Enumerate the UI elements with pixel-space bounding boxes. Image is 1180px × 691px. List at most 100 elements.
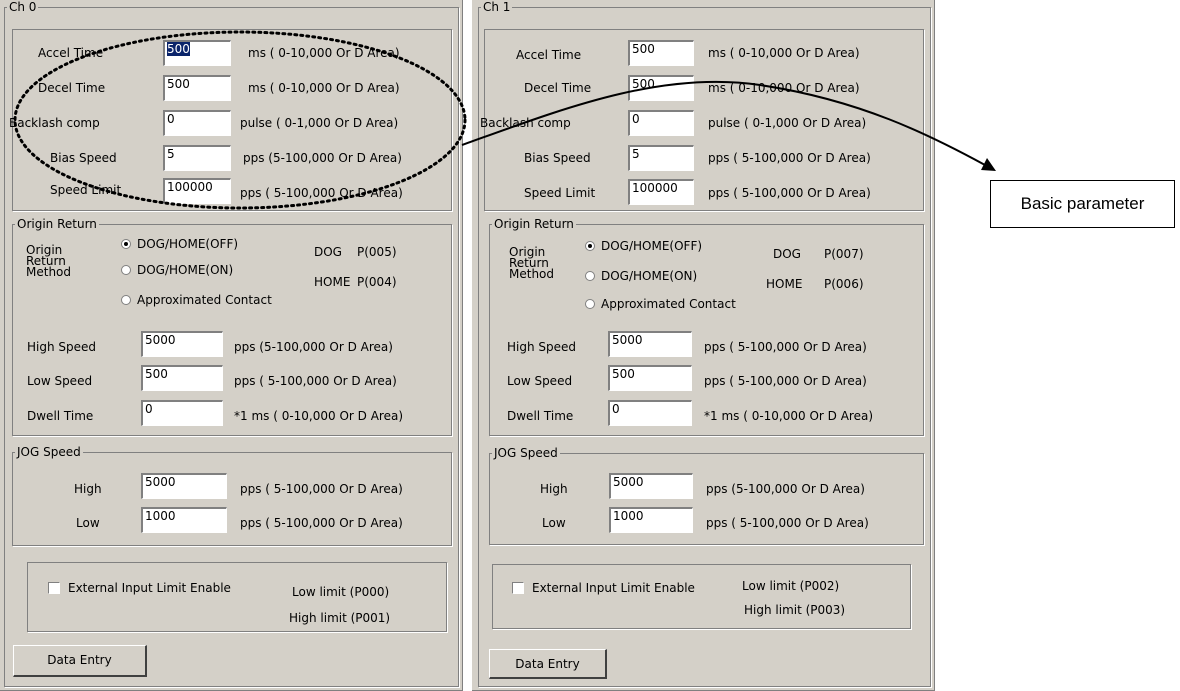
origin-return-title: Origin Return — [17, 217, 97, 231]
jog-low-input[interactable]: 1000 — [141, 507, 227, 533]
jog-low-input[interactable]: 1000 — [609, 507, 693, 533]
jog-low-label: Low — [542, 516, 566, 530]
dog-label: DOG — [314, 245, 342, 259]
high-speed-input[interactable]: 5000 — [608, 331, 692, 357]
high-speed-label: High Speed — [27, 340, 97, 354]
channel-panel-ch1: Ch 1 Accel Time 500 ms ( 0-10,000 Or D A… — [472, 0, 935, 691]
accel-time-range: ms ( 0-10,000 Or D Area) — [248, 46, 400, 60]
jog-high-range: pps (5-100,000 Or D Area) — [706, 482, 865, 496]
backlash-comp-label: Backlash comp — [480, 116, 571, 130]
data-entry-button[interactable]: Data Entry — [13, 645, 147, 677]
dog-value: P(005) — [357, 245, 397, 259]
speed-limit-range: pps ( 5-100,000 Or D Area) — [708, 186, 871, 200]
high-speed-range: pps ( 5-100,000 Or D Area) — [704, 340, 867, 354]
home-value: P(004) — [357, 275, 397, 289]
high-speed-range: pps (5-100,000 Or D Area) — [234, 340, 393, 354]
radio-dog-home-off-label: DOG/HOME(OFF) — [601, 239, 703, 253]
radio-dog-home-on-label: DOG/HOME(ON) — [601, 269, 698, 283]
speed-limit-input[interactable]: 100000 — [163, 178, 231, 204]
bias-speed-label: Bias Speed — [524, 151, 591, 165]
jog-low-range: pps ( 5-100,000 Or D Area) — [240, 516, 403, 530]
jog-low-range: pps ( 5-100,000 Or D Area) — [706, 516, 869, 530]
bias-speed-range: pps ( 5-100,000 Or D Area) — [708, 151, 871, 165]
decel-time-input[interactable]: 500 — [163, 75, 231, 101]
jog-high-input[interactable]: 5000 — [609, 473, 693, 499]
external-limit-checkbox[interactable] — [512, 582, 524, 594]
high-limit-text: High limit (P003) — [744, 603, 846, 617]
high-limit-text: High limit (P001) — [289, 611, 391, 625]
radio-approximated-contact-label: Approximated Contact — [137, 293, 272, 307]
accel-time-label: Accel Time — [516, 48, 582, 62]
decel-time-label: Decel Time — [524, 81, 592, 95]
jog-speed-group: JOG Speed — [12, 446, 452, 546]
dwell-time-label: Dwell Time — [507, 409, 574, 423]
external-limit-label: External Input Limit Enable — [532, 581, 695, 595]
low-speed-input[interactable]: 500 — [141, 365, 223, 391]
low-limit-text: Low limit (P000) — [292, 585, 390, 599]
dog-label: DOG — [773, 247, 801, 261]
home-label: HOME — [766, 277, 803, 291]
radio-dog-home-off[interactable] — [121, 239, 131, 249]
decel-time-input[interactable]: 500 — [628, 75, 694, 101]
radio-dog-home-on[interactable] — [121, 265, 131, 275]
jog-high-label: High — [74, 482, 102, 496]
low-speed-label: Low Speed — [507, 374, 573, 388]
dwell-time-label: Dwell Time — [27, 409, 94, 423]
radio-dog-home-off[interactable] — [585, 241, 595, 251]
speed-limit-range: pps ( 5-100,000 Or D Area) — [240, 186, 403, 200]
jog-low-label: Low — [76, 516, 100, 530]
radio-approximated-contact[interactable] — [585, 299, 595, 309]
origin-return-title: Origin Return — [494, 217, 574, 231]
external-limit-group — [492, 564, 911, 629]
data-entry-button[interactable]: Data Entry — [489, 649, 607, 679]
backlash-comp-range: pulse ( 0-1,000 Or D Area) — [240, 116, 399, 130]
radio-dog-home-on[interactable] — [585, 271, 595, 281]
bias-speed-range: pps (5-100,000 Or D Area) — [243, 151, 402, 165]
low-limit-text: Low limit (P002) — [742, 579, 840, 593]
accel-time-input[interactable]: 500 — [628, 40, 694, 66]
basic-parameter-callout: Basic parameter — [990, 180, 1175, 228]
jog-high-input[interactable]: 5000 — [141, 473, 227, 499]
channel-panel-ch0: Ch 0 Accel Time 500 ms ( 0-10,000 Or D A… — [0, 0, 463, 691]
bias-speed-input[interactable]: 5 — [628, 145, 694, 171]
jog-high-label: High — [540, 482, 568, 496]
high-speed-input[interactable]: 5000 — [141, 331, 223, 357]
low-speed-range: pps ( 5-100,000 Or D Area) — [234, 374, 397, 388]
dwell-time-input[interactable]: 0 — [141, 400, 223, 426]
jog-speed-title: JOG Speed — [494, 446, 558, 460]
radio-approximated-contact[interactable] — [121, 295, 131, 305]
channel-title: Ch 1 — [483, 0, 511, 14]
accel-time-label: Accel Time — [38, 46, 104, 60]
dwell-time-input[interactable]: 0 — [608, 400, 692, 426]
external-limit-label: External Input Limit Enable — [68, 581, 231, 595]
dwell-time-range: *1 ms ( 0-10,000 Or D Area) — [234, 409, 404, 423]
high-speed-label: High Speed — [507, 340, 577, 354]
decel-time-range: ms ( 0-10,000 Or D Area) — [708, 81, 860, 95]
dwell-time-range: *1 ms ( 0-10,000 Or D Area) — [704, 409, 874, 423]
backlash-comp-range: pulse ( 0-1,000 Or D Area) — [708, 116, 867, 130]
dog-value: P(007) — [824, 247, 864, 261]
speed-limit-label: Speed Limit — [50, 183, 122, 197]
bias-speed-label: Bias Speed — [50, 151, 117, 165]
home-value: P(006) — [824, 277, 864, 291]
decel-time-label: Decel Time — [38, 81, 106, 95]
low-speed-input[interactable]: 500 — [608, 365, 692, 391]
bias-speed-input[interactable]: 5 — [163, 145, 231, 171]
accel-time-input[interactable]: 500 — [163, 40, 231, 66]
external-limit-checkbox[interactable] — [48, 582, 60, 594]
backlash-comp-input[interactable]: 0 — [628, 110, 694, 136]
jog-speed-title: JOG Speed — [17, 445, 81, 459]
speed-limit-input[interactable]: 100000 — [628, 179, 694, 205]
radio-dog-home-on-label: DOG/HOME(ON) — [137, 263, 234, 277]
low-speed-label: Low Speed — [27, 374, 93, 388]
backlash-comp-input[interactable]: 0 — [163, 110, 231, 136]
jog-speed-group: JOG Speed — [489, 447, 924, 545]
backlash-comp-label: Backlash comp — [9, 116, 100, 130]
channel-title: Ch 0 — [9, 0, 37, 14]
radio-approximated-contact-label: Approximated Contact — [601, 297, 736, 311]
origin-return-method-label: Origin Return Method — [26, 243, 72, 279]
speed-limit-label: Speed Limit — [524, 186, 596, 200]
decel-time-range: ms ( 0-10,000 Or D Area) — [248, 81, 400, 95]
origin-return-method-label: Origin Return Method — [509, 245, 555, 281]
low-speed-range: pps ( 5-100,000 Or D Area) — [704, 374, 867, 388]
